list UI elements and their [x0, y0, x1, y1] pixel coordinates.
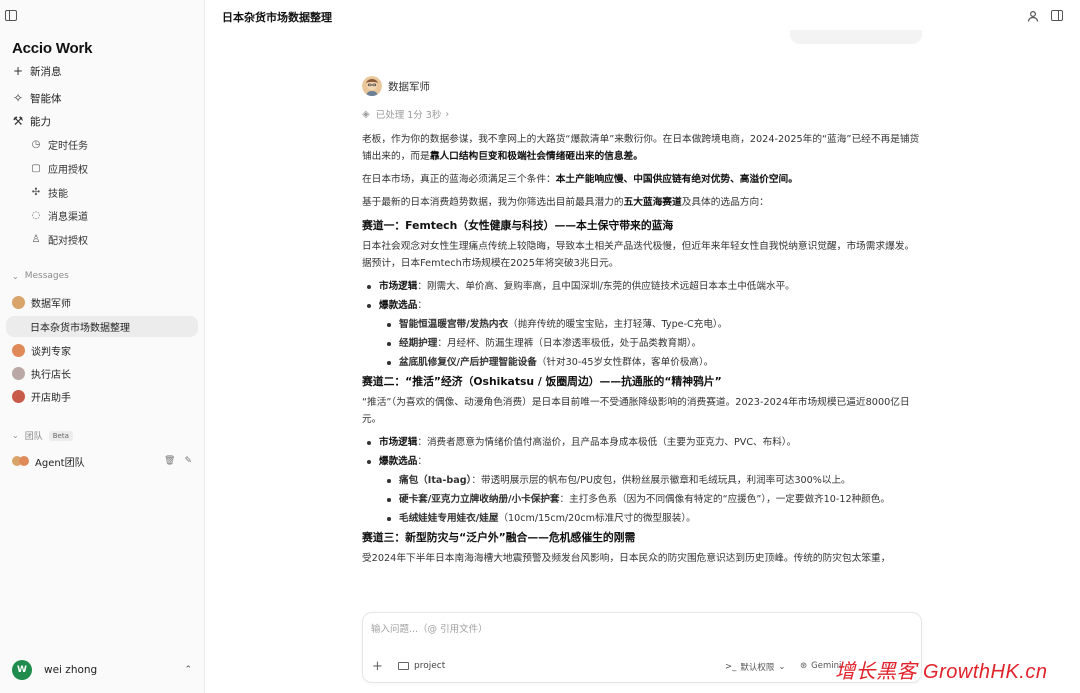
- user-icon[interactable]: [1027, 10, 1039, 22]
- page-title: 日本杂货市场数据整理: [222, 11, 332, 24]
- user-name: wei zhong: [44, 664, 98, 676]
- folder-icon: [398, 662, 409, 670]
- list-item: 爆款选品：: [362, 297, 922, 314]
- agent-header: 数据军师: [362, 76, 430, 96]
- sidebar-item-scheduled-tasks[interactable]: ◷ 定时任务: [0, 133, 205, 155]
- channel-icon: ◌: [31, 209, 41, 221]
- list-item: 智能恒温暖宫带/发热内衣（抛弃传统的暖宝宝贴，主打轻薄、Type-C充电）。: [362, 316, 922, 333]
- chevron-down-icon: ⌄: [778, 662, 786, 672]
- paragraph-intro: 老板，作为你的数据参谋，我不拿网上的大路货“爆款清单”来敷衍你。在日本做跨境电商…: [362, 134, 920, 162]
- add-attachment-icon[interactable]: +: [372, 659, 383, 674]
- edit-icon[interactable]: ✎: [184, 456, 192, 466]
- permission-selector[interactable]: >_ 默认权限 ⌄: [725, 661, 786, 673]
- wrench-icon: ⚒: [12, 114, 24, 128]
- processing-status[interactable]: ◈ 已处理 1分 3秒 ›: [362, 107, 450, 122]
- list-item: 市场逻辑：消费者愿意为情绪价值付高溢价，且产品本身成本极低（主要为亚克力、PVC…: [362, 434, 922, 451]
- puzzle-icon: ✣: [31, 186, 41, 198]
- chevron-down-icon: ⌄: [12, 431, 19, 440]
- sidebar: Accio Work + 新消息 ✧ 智能体 ⚒ 能力 ◷ 定时任务 ▢ 应用授…: [0, 0, 205, 693]
- track-3-desc: 受2024年下半年日本南海海槽大地震预警及频发台风影响，日本民众的防灾围危意识达…: [362, 553, 891, 564]
- list-item: 经期护理：月经杯、防漏生理裤（日本渗透率极低，处于品类教育期）。: [362, 335, 922, 352]
- beta-badge: Beta: [48, 430, 73, 441]
- team-item-agent[interactable]: Agent团队 🗑 ✎: [12, 453, 192, 469]
- paragraph-basis: 基于最新的日本消费趋势数据，我为你筛选出目前最具潜力的五大蓝海赛道及具体的选品方…: [362, 197, 769, 208]
- list-item: 痛包（Ita-bag）：带透明展示层的帆布包/PU皮包，供粉丝展示徽章和毛绒玩具…: [362, 472, 922, 489]
- agent-avatar: [19, 456, 29, 466]
- track-1-desc: 日本社会观念对女性生理痛点传统上较隐晦，导致本土相关产品迭代极慢，但近年来年轻女…: [362, 241, 915, 269]
- layers-icon: ◈: [362, 108, 370, 120]
- team-section-header[interactable]: ⌄ 团队 Beta: [12, 429, 73, 442]
- terminal-icon: >_: [725, 662, 737, 672]
- user-profile[interactable]: W wei zhong ⌃: [12, 659, 192, 681]
- list-item: 毛绒娃娃专用娃衣/娃屋（10cm/15cm/20cm标准尺寸的微型服装）。: [362, 510, 922, 527]
- agent-avatar: [362, 76, 382, 96]
- project-selector[interactable]: project: [398, 661, 445, 671]
- assistant-message: 老板，作为你的数据参谋，我不拿网上的大路货“爆款清单”来敷衍你。在日本做跨境电商…: [362, 131, 922, 613]
- agent-name: 数据军师: [388, 80, 430, 93]
- list-item: 爆款选品：: [362, 453, 922, 470]
- message-item-store-manager[interactable]: 执行店长: [6, 363, 198, 384]
- message-item-data-advisor[interactable]: 数据军师: [6, 292, 198, 313]
- list-item: 市场逻辑：刚需大、单价高、复购率高，且中国深圳/东莞的供应链技术远超日本本土中低…: [362, 278, 922, 295]
- agent-avatar: [12, 296, 25, 309]
- sidebar-item-new-message[interactable]: + 新消息: [0, 60, 205, 82]
- sidebar-item-app-auth[interactable]: ▢ 应用授权: [0, 157, 205, 179]
- paragraph-conditions: 在日本市场，真正的蓝海必须满足三个条件：本土产能响应慢、中国供应链有绝对优势、高…: [362, 174, 798, 185]
- agent-avatar: [12, 344, 25, 357]
- watermark: 增长黑客 GrowthHK.cn: [835, 661, 1048, 683]
- person-icon: ♙: [31, 233, 41, 245]
- app-icon: ▢: [31, 162, 41, 174]
- sidebar-item-capabilities[interactable]: ⚒ 能力: [0, 110, 205, 132]
- brand-logo: Accio Work: [12, 40, 93, 57]
- track-2-heading: 赛道二：“推活”经济（Oshikatsu / 饭圈周边）——抗通胀的“精神鸦片”: [362, 375, 722, 388]
- list-item: 盆底肌修复仪/产后护理智能设备（针对30-45岁女性群体，客单价极高）。: [362, 354, 922, 371]
- messages-section-header[interactable]: ⌄ Messages: [12, 271, 69, 281]
- clock-icon: ◷: [31, 138, 41, 150]
- panel-toggle-icon[interactable]: [1051, 10, 1063, 21]
- sidebar-item-agents[interactable]: ✧ 智能体: [0, 87, 205, 109]
- track-1-heading: 赛道一：Femtech（女性健康与科技）——本土保守带来的蓝海: [362, 219, 674, 232]
- sidebar-item-skills[interactable]: ✣ 技能: [0, 181, 205, 203]
- agent-avatar: [12, 367, 25, 380]
- message-item-negotiator[interactable]: 谈判专家: [6, 340, 198, 361]
- list-item: 硬卡套/亚克力立牌收纳册/小卡保护套：主打多色系（因为不同偶像有特定的“应援色”…: [362, 491, 922, 508]
- chevron-down-icon: ⌄: [12, 271, 19, 281]
- sidebar-toggle-icon[interactable]: [5, 10, 17, 21]
- avatar: W: [12, 660, 32, 680]
- message-item-japan-market[interactable]: 日本杂货市场数据整理: [6, 316, 198, 337]
- trash-icon[interactable]: 🗑: [164, 456, 175, 466]
- previous-message-bubble: [790, 30, 922, 44]
- track-3-heading: 赛道三：新型防灾与“泛户外”融合——危机感催生的刚需: [362, 531, 636, 544]
- chevron-right-icon: ›: [445, 108, 450, 120]
- agent-avatar: [12, 390, 25, 403]
- sidebar-item-pairing-auth[interactable]: ♙ 配对授权: [0, 228, 205, 250]
- chevron-up-icon: ⌃: [184, 665, 192, 675]
- track-2-desc: “推活”（为喜欢的偶像、动漫角色消费）是日本目前唯一不受通胀降级影响的消费赛道。…: [362, 397, 910, 425]
- message-item-shop-assistant[interactable]: 开店助手: [6, 386, 198, 407]
- sparkle-icon: ✧: [12, 91, 24, 105]
- chat-input[interactable]: 输入问题...（@ 引用文件）: [371, 621, 488, 635]
- plus-icon: +: [12, 64, 24, 78]
- model-icon: ⊛: [800, 661, 808, 671]
- sidebar-item-message-channels[interactable]: ◌ 消息渠道: [0, 204, 205, 226]
